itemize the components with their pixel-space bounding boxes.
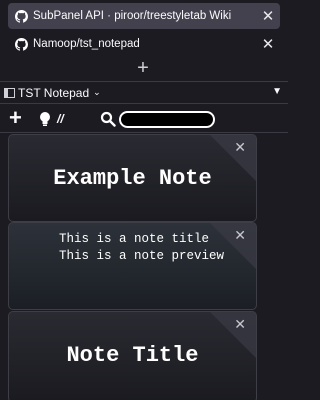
search-icon [100, 111, 116, 127]
note-close-icon[interactable]: ✕ [234, 227, 246, 244]
note-title: Example Note [53, 166, 212, 191]
note-title: Note Title [66, 343, 199, 368]
note-close-icon[interactable]: ✕ [234, 316, 246, 333]
subpanel-title: TST Notepad [18, 85, 90, 100]
lightbulb-icon[interactable] [38, 111, 52, 127]
note-card[interactable]: ✕ Example Note [8, 134, 257, 222]
notepad-toolbar: + // [0, 103, 288, 133]
note-preview: This is a note preview [59, 249, 225, 263]
tab-close-icon[interactable]: ✕ [258, 34, 278, 54]
new-tab-button[interactable]: + [133, 57, 153, 79]
sidebar-panel-icon [4, 87, 15, 98]
note-card[interactable]: ✕ Note Title [8, 311, 257, 400]
subpanel-menu-button[interactable]: ▼ [272, 86, 282, 97]
note-card[interactable]: ✕ This is a note title This is a note pr… [8, 222, 257, 310]
search-input[interactable] [119, 111, 215, 128]
tab-tst-notepad[interactable]: Namoop/tst_notepad ✕ [8, 31, 280, 57]
subpanel-header[interactable]: TST Notepad ⌄ ▼ [0, 81, 288, 103]
tab-subpanel-api[interactable]: SubPanel API · piroor/treestyletab Wiki … [8, 3, 280, 29]
tab-close-icon[interactable]: ✕ [258, 6, 278, 26]
comment-toggle-button[interactable]: // [57, 112, 64, 126]
tab-title: SubPanel API · piroor/treestyletab Wiki [33, 10, 232, 22]
add-note-button[interactable]: + [9, 107, 22, 129]
chevron-down-icon[interactable]: ⌄ [93, 87, 101, 98]
github-icon [14, 9, 28, 23]
github-icon [14, 37, 28, 51]
tab-title: Namoop/tst_notepad [33, 38, 140, 50]
note-title: This is a note title [59, 232, 210, 246]
note-close-icon[interactable]: ✕ [234, 139, 246, 156]
